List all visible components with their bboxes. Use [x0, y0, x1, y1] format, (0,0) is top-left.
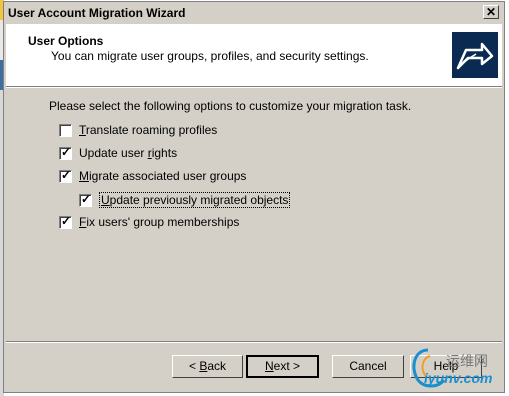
- wizard-dialog: User Account Migration Wizard ✕ User Opt…: [3, 1, 505, 393]
- check-icon: ✓: [61, 167, 72, 182]
- checkbox-update-user-rights[interactable]: ✓: [59, 144, 72, 160]
- close-button[interactable]: ✕: [483, 5, 499, 19]
- checkbox-translate-roaming-profiles[interactable]: [59, 123, 72, 137]
- site-watermark: 运维网 iyunv.com: [408, 346, 508, 392]
- option-migrate-associated-user-groups[interactable]: ✓ Migrate associated user groups: [59, 167, 247, 183]
- window-title: User Account Migration Wizard: [8, 6, 186, 20]
- close-icon: ✕: [485, 5, 497, 19]
- option-label: Update user rights: [79, 146, 178, 160]
- option-label: Translate roaming profiles: [79, 123, 218, 137]
- option-fix-users-group-memberships[interactable]: ✓ Fix users' group memberships: [59, 213, 240, 229]
- options-prompt: Please select the following options to c…: [49, 99, 412, 113]
- option-label: Fix users' group memberships: [79, 215, 240, 229]
- checkbox-update-previously-migrated-objects[interactable]: ✓: [79, 191, 92, 207]
- next-button[interactable]: Next >: [246, 355, 319, 378]
- page-title: User Options: [28, 34, 104, 48]
- page-subtitle: You can migrate user groups, profiles, a…: [51, 49, 369, 63]
- wizard-arrow-icon: [452, 32, 498, 78]
- back-button[interactable]: < Back: [172, 355, 243, 378]
- option-label: Migrate associated user groups: [79, 169, 247, 183]
- checkbox-migrate-associated-user-groups[interactable]: ✓: [59, 167, 72, 183]
- option-translate-roaming-profiles[interactable]: Translate roaming profiles: [59, 123, 217, 137]
- option-label: Update previously migrated objects: [99, 192, 291, 208]
- option-update-user-rights[interactable]: ✓ Update user rights: [59, 144, 178, 160]
- watermark-en-text: iyunv.com: [424, 370, 493, 386]
- option-update-previously-migrated-objects[interactable]: ✓ Update previously migrated objects: [79, 191, 291, 208]
- cancel-button[interactable]: Cancel: [332, 355, 404, 378]
- footer-divider: [6, 341, 502, 343]
- check-icon: ✓: [61, 213, 72, 228]
- check-icon: ✓: [81, 191, 92, 206]
- header-divider: [6, 86, 502, 88]
- wizard-header: User Options You can migrate user groups…: [6, 24, 502, 86]
- check-icon: ✓: [61, 144, 72, 159]
- checkbox-fix-users-group-memberships[interactable]: ✓: [59, 213, 72, 229]
- watermark-cn-text: 运维网: [446, 353, 488, 369]
- title-bar[interactable]: User Account Migration Wizard ✕: [4, 2, 504, 24]
